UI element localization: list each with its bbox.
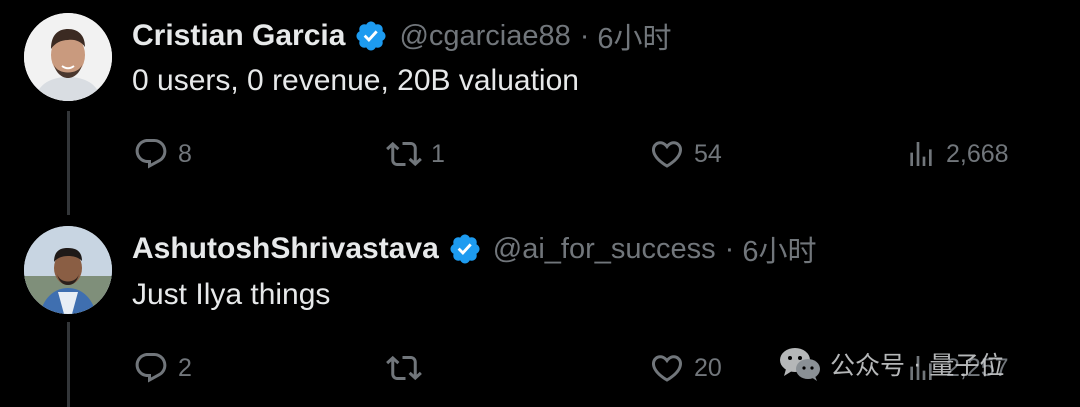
verified-badge-icon: [448, 232, 482, 266]
avatar-portrait-icon: [24, 13, 112, 101]
display-name[interactable]: Cristian Garcia: [132, 19, 345, 53]
retweet-icon: [386, 355, 422, 381]
wechat-icon: [780, 348, 820, 381]
like-button[interactable]: 54: [649, 134, 722, 174]
tweet-text: Just Ilya things: [132, 278, 331, 311]
reply-button[interactable]: 2: [133, 348, 192, 388]
views-button[interactable]: 2,668: [905, 134, 1009, 174]
tweet-text: 0 users, 0 revenue, 20B valuation: [132, 64, 579, 97]
display-name[interactable]: AshutoshShrivastava: [132, 232, 439, 266]
tweet-header: AshutoshShrivastava @ai_for_success · 6小…: [132, 229, 816, 269]
wechat-watermark: 公众号 · 量子位: [778, 344, 1004, 384]
timestamp[interactable]: 6小时: [742, 228, 816, 270]
avatar[interactable]: [24, 13, 112, 101]
reply-icon: [135, 139, 167, 169]
reply-button[interactable]: 8: [133, 134, 192, 174]
user-handle[interactable]: @ai_for_success: [493, 233, 716, 266]
separator-dot: ·: [579, 19, 590, 52]
retweet-button[interactable]: [386, 348, 431, 388]
verified-badge-icon: [354, 19, 388, 53]
retweet-button[interactable]: 1: [386, 134, 445, 174]
avatar[interactable]: [24, 226, 112, 314]
separator-dot: ·: [724, 232, 735, 265]
reply-count: 2: [178, 353, 192, 382]
heart-icon: [651, 355, 683, 382]
reply-count: 8: [178, 139, 192, 168]
timestamp[interactable]: 6小时: [597, 15, 671, 57]
reply-icon: [135, 353, 167, 383]
views-count: 2,668: [946, 139, 1009, 168]
tweet-header: Cristian Garcia @cgarciae88 · 6小时: [132, 16, 672, 56]
like-count: 54: [694, 139, 722, 168]
heart-icon: [651, 141, 683, 168]
avatar-portrait-icon: [24, 226, 112, 314]
retweet-icon: [386, 141, 422, 167]
like-count: 20: [694, 353, 722, 382]
user-handle[interactable]: @cgarciae88: [399, 20, 570, 53]
retweet-count: 1: [431, 139, 445, 168]
action-bar: 8 1 54 2,668: [0, 134, 1080, 174]
watermark-account: 量子位: [929, 352, 1005, 380]
tweet[interactable]: Cristian Garcia @cgarciae88 · 6小时 0 user…: [0, 0, 1080, 215]
watermark-brand: 公众号: [830, 352, 906, 380]
watermark-separator: ·: [913, 349, 922, 378]
like-button[interactable]: 20: [649, 348, 722, 388]
analytics-icon: [910, 142, 932, 166]
